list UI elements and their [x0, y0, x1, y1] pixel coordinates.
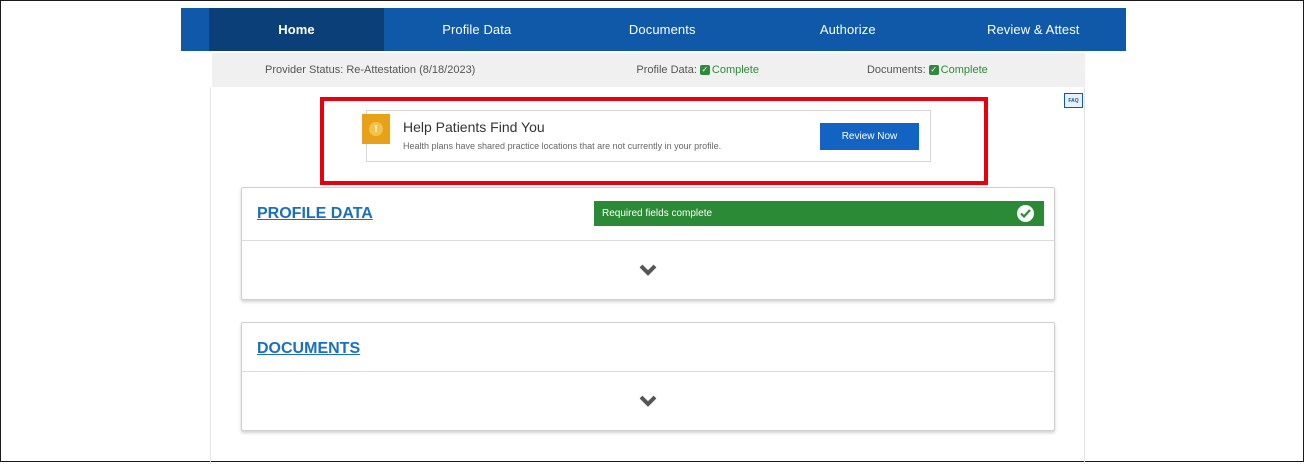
required-fields-text: Required fields complete [602, 208, 713, 219]
provider-status: Provider Status: Re-Attestation (8/18/20… [265, 64, 475, 76]
profile-data-card-header: PROFILE DATA Required fields complete [242, 188, 1054, 241]
faq-icon[interactable]: FAQ [1064, 93, 1083, 108]
profile-data-link[interactable]: PROFILE DATA [257, 205, 373, 223]
profile-data-status-label: Profile Data: [636, 64, 697, 76]
profile-data-status: Profile Data: ✓ Complete [636, 64, 759, 76]
tab-review-attest[interactable]: Review & Attest [941, 8, 1127, 51]
documents-status: Documents: ✓ Complete [867, 64, 988, 76]
profile-data-status-value: Complete [711, 64, 759, 76]
chevron-down-icon[interactable] [638, 264, 658, 276]
provider-status-value: Re-Attestation (8/18/2023) [346, 64, 476, 76]
profile-data-card: PROFILE DATA Required fields complete [241, 187, 1055, 300]
tab-home[interactable]: Home [209, 8, 384, 51]
top-navigation: Home Profile Data Documents Authorize Re… [181, 8, 1126, 51]
documents-card-header: DOCUMENTS [242, 323, 1054, 372]
checkbox-icon: ✓ [928, 65, 939, 75]
highlight-box [320, 97, 988, 185]
status-bar: Provider Status: Re-Attestation (8/18/20… [212, 53, 1085, 87]
documents-status-label: Documents: [866, 64, 926, 76]
tab-profile-data[interactable]: Profile Data [384, 8, 570, 51]
required-fields-badge: Required fields complete [594, 201, 1044, 226]
documents-card: DOCUMENTS [241, 322, 1055, 431]
documents-link[interactable]: DOCUMENTS [257, 340, 360, 358]
chevron-down-icon[interactable] [638, 395, 658, 407]
provider-status-label: Provider Status: [265, 64, 344, 76]
check-circle-icon [1017, 205, 1034, 222]
documents-card-body [242, 372, 1054, 430]
tab-authorize[interactable]: Authorize [755, 8, 941, 51]
documents-status-value: Complete [940, 64, 988, 76]
profile-data-card-body [242, 241, 1054, 299]
tab-documents[interactable]: Documents [570, 8, 756, 51]
checkbox-icon: ✓ [699, 65, 710, 75]
